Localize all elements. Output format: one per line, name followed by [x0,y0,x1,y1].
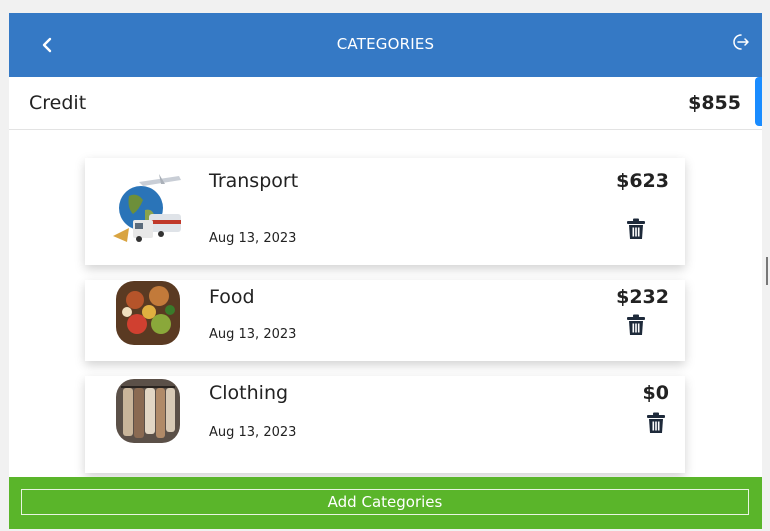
transport-image [113,174,181,242]
category-card-transport[interactable]: Transport Aug 13, 2023 $623 [85,158,685,265]
trash-icon [627,314,645,335]
page-title: CATEGORIES [336,35,435,53]
credit-accent-bar [755,77,762,126]
scrollbar-thumb[interactable] [766,257,768,285]
top-bar: CATEGORIES [9,13,762,77]
trash-icon [627,218,645,239]
credit-value: $855 [688,92,741,114]
logout-icon [733,34,749,50]
category-date: Aug 13, 2023 [209,231,297,246]
category-name: Food [209,286,255,308]
category-name: Transport [209,170,299,192]
category-card-food[interactable]: Food Aug 13, 2023 $232 [85,280,685,361]
category-date: Aug 13, 2023 [209,425,297,440]
category-card-clothing[interactable]: Clothing Aug 13, 2023 $0 [85,376,685,473]
clothing-image [116,379,180,443]
delete-button[interactable] [646,412,666,434]
credit-bar: Credit $855 [9,77,762,130]
category-amount: $0 [642,382,669,404]
logout-button[interactable] [730,32,750,52]
add-categories-button[interactable]: Add Categories [21,489,749,515]
category-amount: $232 [616,286,669,308]
delete-button[interactable] [626,218,646,240]
trash-icon [647,412,665,433]
credit-label: Credit [29,92,87,114]
app-window: CATEGORIES Credit $855 Transport Aug 13,… [9,13,762,529]
footer-bar: Add Categories [9,477,762,529]
food-image [116,281,180,345]
category-amount: $623 [616,170,669,192]
delete-button[interactable] [626,314,646,336]
category-date: Aug 13, 2023 [209,327,297,342]
category-name: Clothing [209,382,289,404]
